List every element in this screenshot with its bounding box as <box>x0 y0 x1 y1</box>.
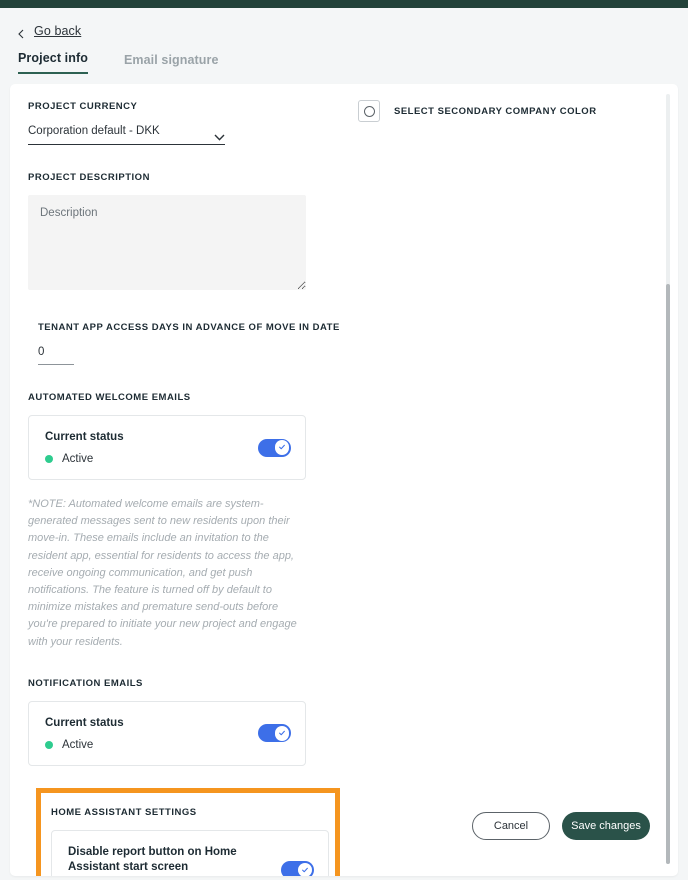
status-title: Disable report button on Home Assistant … <box>68 845 237 873</box>
home-assistant-settings-section: HOME ASSISTANT SETTINGS Disable report b… <box>36 787 340 876</box>
tenant-access-days-input[interactable] <box>38 346 74 365</box>
home-assistant-settings-label: HOME ASSISTANT SETTINGS <box>51 806 197 818</box>
project-currency-label: PROJECT CURRENCY <box>28 101 138 112</box>
automated-welcome-emails-section: AUTOMATED WELCOME EMAILS Current status … <box>28 391 340 651</box>
project-currency-value: Corporation default - DKK <box>28 125 160 137</box>
status-info: Current status Active <box>45 716 124 751</box>
page-container: Go back Project info Email signature PRO… <box>0 8 688 876</box>
status-value: Active <box>62 738 94 751</box>
form-actions: Cancel Save changes <box>472 812 650 840</box>
circle-icon <box>363 105 375 117</box>
go-back-row[interactable]: Go back <box>10 8 678 42</box>
tab-email-signature[interactable]: Email signature <box>124 53 219 74</box>
automated-welcome-emails-card: Current status Active <box>28 415 306 480</box>
automated-welcome-emails-toggle[interactable] <box>258 438 291 457</box>
home-assistant-report-toggle[interactable] <box>281 860 314 876</box>
status-info: Disable report button on Home Assistant … <box>68 845 271 876</box>
check-icon <box>301 867 308 873</box>
project-description-label: PROJECT DESCRIPTION <box>28 172 150 183</box>
status-info: Current status Active <box>45 430 124 465</box>
secondary-color-label: SELECT SECONDARY COMPANY COLOR <box>394 105 597 117</box>
secondary-color-swatch[interactable] <box>358 100 380 122</box>
status-line: Active <box>45 739 124 751</box>
settings-card: PROJECT CURRENCY Corporation default - D… <box>10 84 678 876</box>
status-value: Active <box>62 453 94 465</box>
notification-emails-toggle[interactable] <box>258 724 291 743</box>
notification-emails-section: NOTIFICATION EMAILS Current status Activ… <box>28 677 340 766</box>
project-currency-field: PROJECT CURRENCY Corporation default - D… <box>28 100 340 145</box>
left-column: PROJECT CURRENCY Corporation default - D… <box>10 100 340 876</box>
secondary-color-field: SELECT SECONDARY COMPANY COLOR <box>358 100 678 122</box>
notification-emails-label: NOTIFICATION EMAILS <box>28 677 143 689</box>
scrollbar-thumb[interactable] <box>666 284 670 864</box>
status-title: Current status <box>45 716 124 729</box>
project-description-field: PROJECT DESCRIPTION <box>28 171 340 295</box>
project-currency-select[interactable]: Corporation default - DKK <box>28 125 225 145</box>
status-dot-icon <box>45 455 53 463</box>
home-assistant-settings-card: Disable report button on Home Assistant … <box>51 829 329 876</box>
tenant-access-days-field: TENANT APP ACCESS DAYS IN ADVANCE OF MOV… <box>28 321 340 365</box>
status-title: Current status <box>45 431 124 443</box>
status-line: Active <box>45 453 124 465</box>
automated-welcome-emails-label: AUTOMATED WELCOME EMAILS <box>28 392 191 403</box>
toggle-knob <box>274 726 289 741</box>
check-icon <box>278 445 285 450</box>
right-column: SELECT SECONDARY COMPANY COLOR <box>340 100 678 876</box>
automated-welcome-emails-note: *NOTE: Automated welcome emails are syst… <box>28 498 297 648</box>
status-dot-icon <box>45 740 53 749</box>
top-accent-bar <box>0 0 688 8</box>
notification-emails-card: Current status Active <box>28 700 306 766</box>
toggle-knob <box>274 440 289 455</box>
card-scrollbar[interactable] <box>666 94 670 864</box>
chevron-left-icon <box>16 26 26 39</box>
tab-bar: Project info Email signature <box>10 42 678 74</box>
project-description-input[interactable] <box>28 195 306 290</box>
cancel-button[interactable]: Cancel <box>472 812 550 840</box>
toggle-knob <box>297 862 312 876</box>
chevron-down-icon <box>214 128 225 141</box>
tab-project-info[interactable]: Project info <box>18 51 88 74</box>
check-icon <box>278 731 285 736</box>
tenant-access-days-label: TENANT APP ACCESS DAYS IN ADVANCE OF MOV… <box>38 322 340 333</box>
save-changes-button[interactable]: Save changes <box>562 812 650 840</box>
go-back-link[interactable]: Go back <box>34 24 81 38</box>
